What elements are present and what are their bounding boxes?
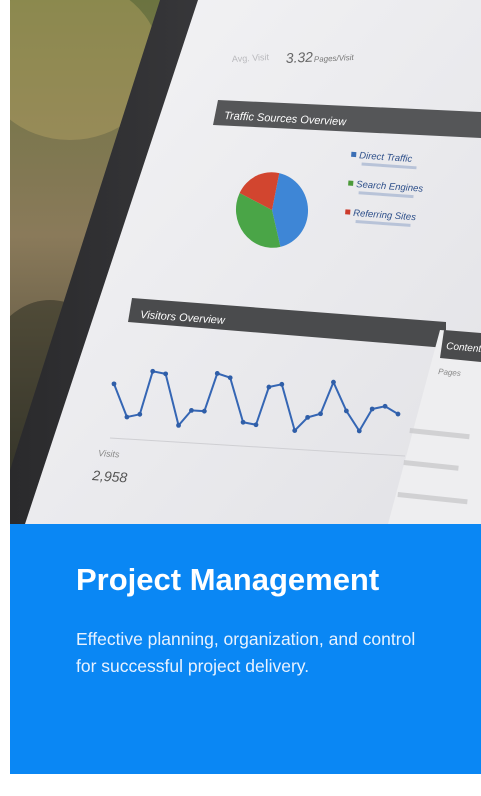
card-title: Project Management — [76, 562, 380, 597]
line-point — [111, 381, 117, 387]
legend-swatch — [351, 151, 357, 158]
line-point — [279, 381, 285, 387]
line-point — [227, 375, 233, 381]
line-point — [382, 403, 388, 409]
legend-swatch — [348, 180, 354, 186]
stat-value: 3.32 — [285, 49, 313, 66]
line-point — [150, 368, 156, 374]
line-point — [318, 411, 323, 417]
line-point — [163, 371, 169, 377]
service-card[interactable]: Avg. Visit 3.32 Pages/Visit Traffic Sour… — [10, 0, 481, 774]
visits-label: Visits — [98, 448, 120, 459]
stat-label-faint: Avg. Visit — [232, 52, 270, 64]
line-point — [137, 411, 143, 417]
card-image: Avg. Visit 3.32 Pages/Visit Traffic Sour… — [10, 0, 481, 524]
line-point — [201, 408, 207, 414]
line-point — [266, 384, 272, 390]
line-point — [331, 379, 336, 385]
line-point — [189, 407, 194, 413]
line-point — [369, 406, 375, 412]
line-point — [176, 422, 181, 428]
line-point — [253, 422, 259, 428]
line-point — [343, 408, 349, 414]
line-point — [124, 414, 130, 420]
card-description: Effective planning, organization, and co… — [76, 629, 416, 676]
laptop-dashboard-photo: Avg. Visit 3.32 Pages/Visit Traffic Sour… — [10, 0, 481, 524]
visits-value: 2,958 — [91, 467, 128, 485]
legend-swatch — [345, 209, 351, 215]
line-point — [305, 414, 311, 420]
line-point — [292, 428, 298, 433]
card-text-panel: Project Management Effective planning, o… — [10, 524, 481, 774]
line-point — [214, 371, 220, 376]
line-point — [356, 428, 362, 434]
line-point — [395, 411, 401, 417]
line-point — [240, 419, 246, 425]
